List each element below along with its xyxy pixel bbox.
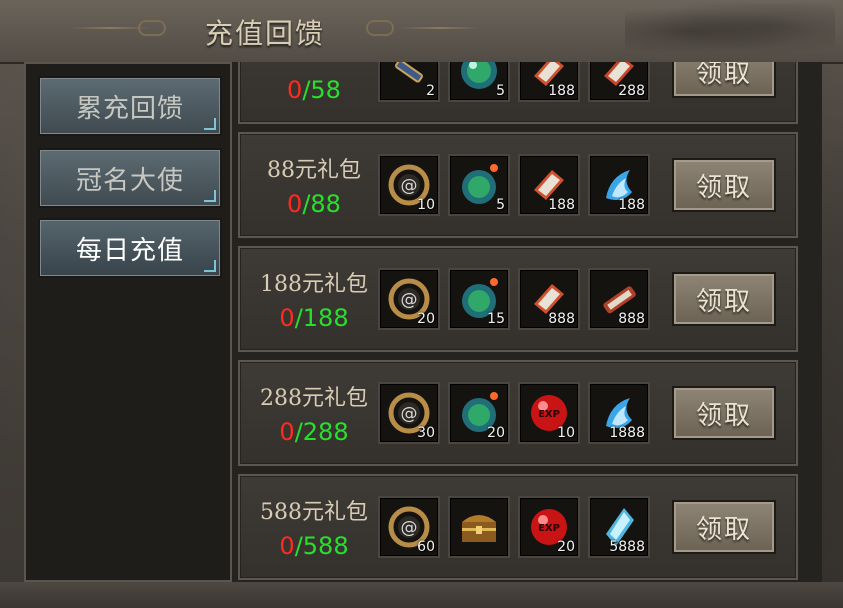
- sidebar-item-title-ambassador[interactable]: 冠名大使: [38, 148, 222, 208]
- progress-current: 0: [287, 190, 303, 218]
- package-title: 588元礼包: [260, 500, 368, 525]
- sidebar-item-label: 累充回馈: [75, 93, 184, 124]
- window-bottom-edge: [0, 582, 843, 608]
- recharge-progress: 0/588: [248, 532, 380, 560]
- sidebar-item-cumulative-recharge[interactable]: 累充回馈: [38, 76, 222, 136]
- claim-button[interactable]: 领取: [672, 500, 776, 554]
- item-quantity: 20: [557, 539, 575, 555]
- claim-button[interactable]: 领取: [672, 158, 776, 212]
- progress-goal: 588: [302, 532, 349, 560]
- reward-slot[interactable]: EXP 20: [518, 496, 580, 558]
- item-quantity: 1888: [609, 425, 645, 441]
- item-quantity: 288: [618, 83, 645, 99]
- reward-slot[interactable]: 288: [588, 62, 650, 102]
- window-title: 充值回馈: [204, 17, 325, 50]
- item-quantity: 15: [487, 311, 505, 327]
- reward-row: 588元礼包 0/588 @ 60 EXP 20 5888 领取: [238, 474, 798, 580]
- package-title: 188元礼包: [260, 272, 368, 297]
- progress-current: 0: [279, 532, 295, 560]
- reward-slot[interactable]: 2: [378, 62, 440, 102]
- item-quantity: 2: [426, 83, 435, 99]
- reward-slot[interactable]: 188: [518, 62, 580, 102]
- reward-slot[interactable]: @ 10: [378, 154, 440, 216]
- reward-row: 188元礼包 0/188 @ 20 15 888 888 领取: [238, 246, 798, 352]
- reward-slot[interactable]: @ 20: [378, 268, 440, 330]
- reward-row: 0/58 2 5 188 288 领取: [238, 62, 798, 124]
- item-quantity: 60: [417, 539, 435, 555]
- item-quantity: 5888: [609, 539, 645, 555]
- recharge-progress: 0/88: [248, 190, 380, 218]
- reward-slot[interactable]: 888: [588, 268, 650, 330]
- item-quantity: 5: [496, 197, 505, 213]
- reward-slot[interactable]: 888: [518, 268, 580, 330]
- progress-separator: /: [294, 304, 303, 332]
- progress-goal: 188: [302, 304, 349, 332]
- progress-goal: 58: [310, 76, 341, 104]
- svg-text:EXP: EXP: [538, 409, 560, 420]
- dragon-ornament-icon: [625, 4, 835, 58]
- package-title: 88元礼包: [267, 158, 361, 183]
- progress-current: 0: [279, 304, 295, 332]
- item-quantity: 5: [496, 83, 505, 99]
- reward-slot[interactable]: [448, 496, 510, 558]
- reward-slot[interactable]: 15: [448, 268, 510, 330]
- item-quantity: 20: [487, 425, 505, 441]
- recharge-progress: 0/188: [248, 304, 380, 332]
- reward-row: 88元礼包 0/88 @ 10 5 188 188 领取: [238, 132, 798, 238]
- progress-separator: /: [294, 532, 303, 560]
- item-quantity: 20: [417, 311, 435, 327]
- treasure-chest-icon: [462, 515, 496, 542]
- reward-row: 288元礼包 0/288 @ 30 20 EXP 10 1888 领取: [238, 360, 798, 466]
- reward-slot[interactable]: 20: [448, 382, 510, 444]
- item-quantity: 30: [417, 425, 435, 441]
- svg-text:@: @: [401, 176, 418, 196]
- progress-current: 0: [279, 418, 295, 446]
- progress-current: 0: [287, 76, 303, 104]
- reward-slot[interactable]: 5888: [588, 496, 650, 558]
- recharge-progress: 0/58: [248, 76, 380, 104]
- item-quantity: 188: [618, 197, 645, 213]
- sidebar-item-label: 每日充值: [75, 235, 184, 266]
- sidebar-item-daily-recharge[interactable]: 每日充值: [38, 218, 222, 278]
- claim-button[interactable]: 领取: [672, 386, 776, 440]
- progress-separator: /: [294, 418, 303, 446]
- recharge-progress: 0/288: [248, 418, 380, 446]
- title-bar: 充值回馈: [0, 0, 843, 64]
- sidebar-item-label: 冠名大使: [75, 165, 184, 196]
- item-quantity: 10: [557, 425, 575, 441]
- item-quantity: 188: [548, 197, 575, 213]
- reward-slot[interactable]: 5: [448, 62, 510, 102]
- claim-button[interactable]: 领取: [672, 272, 776, 326]
- corner-accent-icon: [204, 260, 216, 272]
- progress-goal: 88: [310, 190, 341, 218]
- svg-text:@: @: [401, 404, 418, 424]
- corner-accent-icon: [204, 190, 216, 202]
- reward-slot[interactable]: 188: [518, 154, 580, 216]
- item-quantity: 188: [548, 83, 575, 99]
- reward-slot[interactable]: @ 60: [378, 496, 440, 558]
- title-ornament-right: [400, 27, 480, 29]
- corner-accent-icon: [204, 118, 216, 130]
- package-title: 288元礼包: [260, 386, 368, 411]
- item-quantity: 10: [417, 197, 435, 213]
- sidebar: 累充回馈 冠名大使 每日充值: [24, 62, 232, 582]
- item-quantity: 888: [548, 311, 575, 327]
- reward-slot[interactable]: 188: [588, 154, 650, 216]
- svg-text:@: @: [401, 518, 418, 538]
- svg-text:EXP: EXP: [538, 523, 560, 534]
- reward-slot[interactable]: 5: [448, 154, 510, 216]
- claim-button[interactable]: 领取: [672, 62, 776, 98]
- reward-slot[interactable]: EXP 10: [518, 382, 580, 444]
- svg-text:@: @: [401, 290, 418, 310]
- title-scroll-right-icon: [366, 20, 394, 36]
- progress-goal: 288: [302, 418, 349, 446]
- reward-list[interactable]: 0/58 2 5 188 288 领取 88元礼包 0/88 @ 10 5 18…: [232, 62, 822, 582]
- item-quantity: 888: [618, 311, 645, 327]
- reward-slot[interactable]: @ 30: [378, 382, 440, 444]
- reward-slot[interactable]: 1888: [588, 382, 650, 444]
